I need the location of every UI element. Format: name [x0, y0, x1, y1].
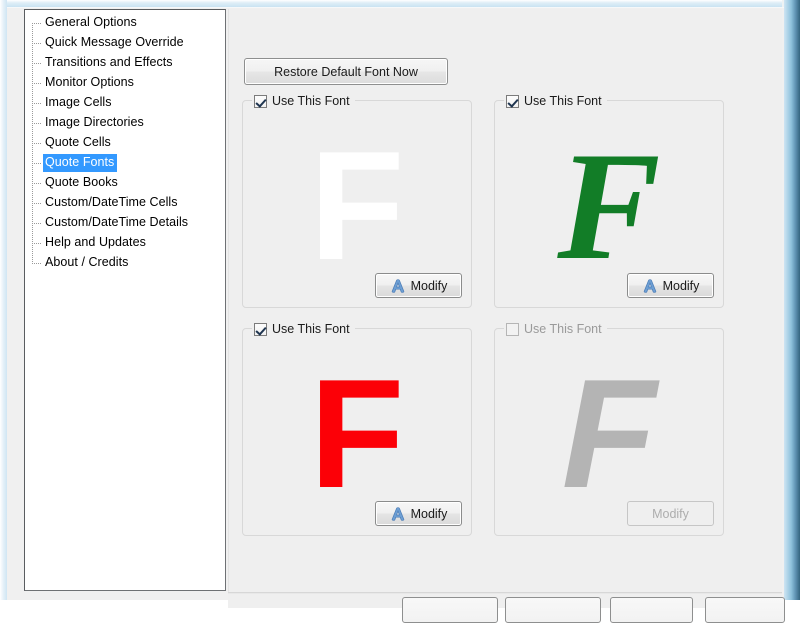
use-this-font-checkbox[interactable] — [506, 94, 519, 108]
use-this-font-label: Use This Font — [272, 94, 350, 108]
font-slot-4-caption[interactable]: Use This Font — [504, 320, 607, 338]
modify-font-button[interactable]: Modify — [627, 273, 714, 298]
window-frame-right — [784, 0, 800, 600]
font-slot-1-caption[interactable]: Use This Font — [252, 92, 355, 110]
application-window: General Options Quick Message Override Tra… — [0, 0, 800, 623]
tree-connector-icon — [28, 93, 43, 113]
font-slot-1: Use This Font F Modify — [242, 92, 472, 308]
options-dialog: General Options Quick Message Override Tra… — [7, 7, 785, 623]
font-slot-2-caption[interactable]: Use This Font — [504, 92, 607, 110]
font-a-icon — [391, 506, 404, 521]
dialog-footer — [228, 592, 785, 623]
tree-connector-icon — [28, 233, 43, 253]
restore-default-font-button[interactable]: Restore Default Font Now — [244, 58, 448, 85]
font-preview-glyph: F — [309, 118, 405, 292]
font-preview-glyph: F — [561, 346, 657, 520]
sidebar-item-about-credits[interactable]: About / Credits — [25, 253, 225, 273]
font-slot-3-caption[interactable]: Use This Font — [252, 320, 355, 338]
modify-font-label: Modify — [410, 278, 448, 293]
quote-fonts-pane: Restore Default Font Now Use This Font F M… — [228, 9, 782, 601]
options-tree-list: General Options Quick Message Override Tra… — [25, 13, 225, 273]
sidebar-item-quote-books[interactable]: Quote Books — [25, 173, 225, 193]
modify-font-button: Modify — [627, 501, 714, 526]
sidebar-item-quick-message-override[interactable]: Quick Message Override — [25, 33, 225, 53]
footer-button-3[interactable] — [610, 597, 693, 623]
sidebar-item-label: Monitor Options — [45, 75, 134, 89]
footer-button-2[interactable] — [505, 597, 601, 623]
tree-connector-icon — [28, 133, 43, 153]
tree-connector-icon — [28, 53, 43, 73]
sidebar-item-label: Quote Books — [45, 175, 118, 189]
font-a-icon — [643, 278, 656, 293]
use-this-font-label: Use This Font — [524, 322, 602, 336]
modify-font-button[interactable]: Modify — [375, 273, 462, 298]
use-this-font-checkbox[interactable] — [254, 322, 267, 336]
tree-connector-icon — [28, 33, 43, 53]
font-slot-3: Use This Font F Modify — [242, 320, 472, 536]
modify-font-label: Modify — [662, 278, 700, 293]
sidebar-item-label: Quote Fonts — [43, 154, 118, 172]
footer-button-1[interactable] — [402, 597, 498, 623]
use-this-font-label: Use This Font — [272, 322, 350, 336]
sidebar-item-label: Custom/DateTime Cells — [45, 195, 178, 209]
tree-connector-icon — [28, 73, 43, 93]
sidebar-item-transitions-and-effects[interactable]: Transitions and Effects — [25, 53, 225, 73]
sidebar-item-quote-fonts[interactable]: Quote Fonts — [25, 153, 225, 173]
sidebar-item-image-cells[interactable]: Image Cells — [25, 93, 225, 113]
sidebar-item-label: Image Directories — [45, 115, 144, 129]
font-slot-2: Use This Font F Modify — [494, 92, 724, 308]
sidebar-item-label: General Options — [45, 15, 137, 29]
modify-font-label: Modify — [652, 506, 689, 521]
sidebar-item-label: Quick Message Override — [45, 35, 184, 49]
modify-font-label: Modify — [410, 506, 448, 521]
font-a-icon — [391, 278, 404, 293]
sidebar-item-label: About / Credits — [45, 255, 129, 269]
tree-connector-icon — [28, 113, 43, 133]
tree-connector-icon — [28, 153, 43, 173]
tree-connector-icon — [28, 253, 43, 273]
options-tree-panel[interactable]: General Options Quick Message Override Tra… — [24, 9, 226, 591]
tree-connector-icon — [28, 193, 43, 213]
sidebar-item-custom-datetime-details[interactable]: Custom/DateTime Details — [25, 213, 225, 233]
font-preview-glyph: F — [309, 346, 405, 520]
font-preview-glyph: F — [557, 119, 661, 292]
window-frame-top — [0, 0, 800, 7]
use-this-font-checkbox[interactable] — [506, 322, 519, 336]
window-frame-left — [0, 0, 7, 600]
footer-button-4[interactable] — [705, 597, 785, 623]
tree-connector-icon — [28, 213, 43, 233]
tree-connector-icon — [28, 173, 43, 193]
use-this-font-label: Use This Font — [524, 94, 602, 108]
sidebar-item-monitor-options[interactable]: Monitor Options — [25, 73, 225, 93]
sidebar-item-label: Quote Cells — [45, 135, 111, 149]
sidebar-item-help-and-updates[interactable]: Help and Updates — [25, 233, 225, 253]
sidebar-item-label: Transitions and Effects — [45, 55, 173, 69]
modify-font-button[interactable]: Modify — [375, 501, 462, 526]
font-slot-4: Use This Font F Modify — [494, 320, 724, 536]
footer-divider — [228, 593, 782, 594]
sidebar-item-custom-datetime-cells[interactable]: Custom/DateTime Cells — [25, 193, 225, 213]
use-this-font-checkbox[interactable] — [254, 94, 267, 108]
tree-connector-icon — [28, 13, 43, 33]
sidebar-item-general-options[interactable]: General Options — [25, 13, 225, 33]
sidebar-item-label: Custom/DateTime Details — [45, 215, 189, 229]
sidebar-item-label: Image Cells — [45, 95, 112, 109]
sidebar-item-image-directories[interactable]: Image Directories — [25, 113, 225, 133]
sidebar-item-quote-cells[interactable]: Quote Cells — [25, 133, 225, 153]
sidebar-item-label: Help and Updates — [45, 235, 146, 249]
